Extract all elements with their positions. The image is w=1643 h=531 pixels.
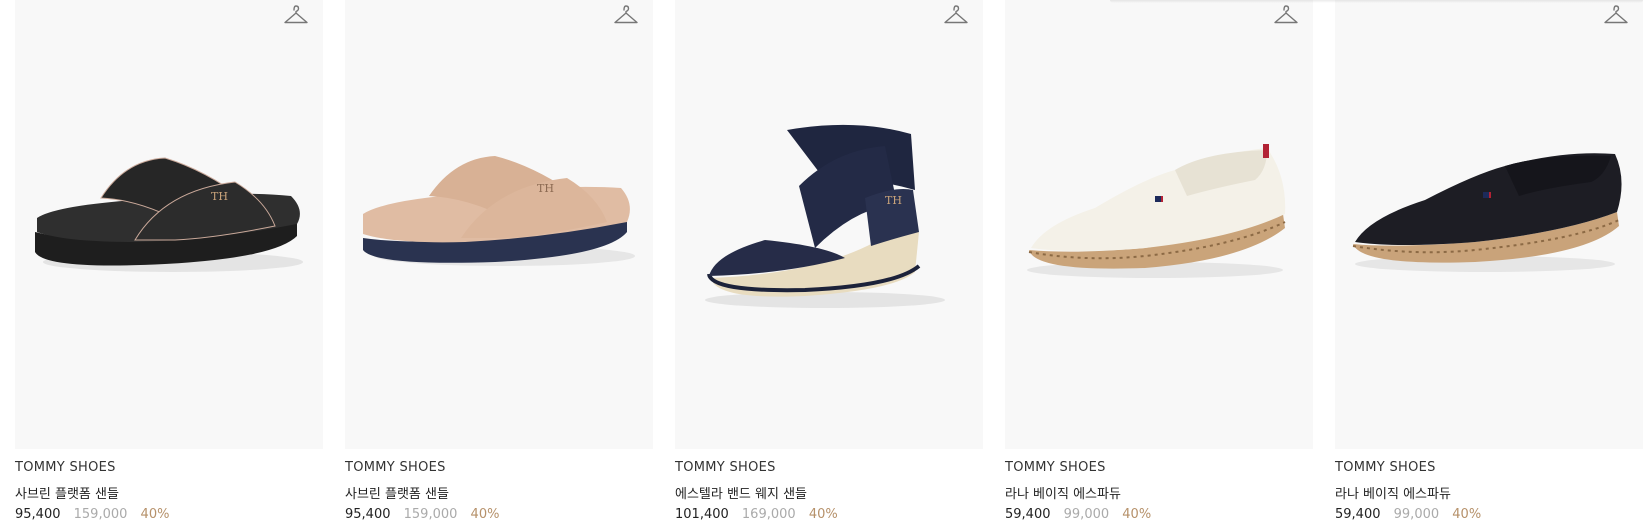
svg-text:TH: TH <box>211 190 228 203</box>
discount-rate: 40% <box>470 507 500 522</box>
hanger-icon[interactable] <box>283 3 309 29</box>
black-espadrille-image <box>1352 153 1622 272</box>
product-card[interactable]: TH TOMMY SHOES 사브린 플랫폼 샌들 95,400 159,000… <box>345 0 653 531</box>
overlay-shadow <box>1110 0 1643 3</box>
product-image[interactable] <box>1335 0 1643 449</box>
black-platform-sandal-image: TH <box>35 157 303 272</box>
beige-platform-sandal-image: TH <box>363 156 635 266</box>
sale-price: 59,400 <box>1335 507 1381 522</box>
white-espadrille-image <box>1027 144 1286 278</box>
brand-name[interactable]: TOMMY SHOES <box>1335 460 1436 475</box>
sale-price: 95,400 <box>15 507 61 522</box>
product-name[interactable]: 라나 베이직 에스파듀 <box>1335 483 1451 502</box>
hanger-icon[interactable] <box>1603 3 1629 29</box>
product-name[interactable]: 사브린 플랫폼 샌들 <box>345 483 449 502</box>
product-card[interactable]: TOMMY SHOES 라나 베이직 에스파듀 59,400 99,000 40… <box>1005 0 1313 531</box>
brand-name[interactable]: TOMMY SHOES <box>345 460 446 475</box>
product-card[interactable]: TH TOMMY SHOES 에스텔라 밴드 웨지 샌들 101,400 169… <box>675 0 983 531</box>
svg-text:TH: TH <box>885 194 902 207</box>
price-row: 95,400 159,000 40% <box>345 507 499 522</box>
brand-name[interactable]: TOMMY SHOES <box>1005 460 1106 475</box>
brand-name[interactable]: TOMMY SHOES <box>675 460 776 475</box>
discount-rate: 40% <box>140 507 170 522</box>
product-image[interactable]: TH <box>345 0 653 449</box>
hanger-icon[interactable] <box>1273 3 1299 29</box>
price-row: 59,400 99,000 40% <box>1335 507 1481 522</box>
sale-price: 59,400 <box>1005 507 1051 522</box>
product-card[interactable]: TOMMY SHOES 라나 베이직 에스파듀 59,400 99,000 40… <box>1335 0 1643 531</box>
sale-price: 95,400 <box>345 507 391 522</box>
product-name[interactable]: 사브린 플랫폼 샌들 <box>15 483 119 502</box>
original-price: 159,000 <box>73 507 128 522</box>
navy-wedge-sandal-image: TH <box>705 124 945 308</box>
discount-rate: 40% <box>808 507 838 522</box>
product-card[interactable]: TH TOMMY SHOES 사브린 플랫폼 샌들 95,400 159,000… <box>15 0 323 531</box>
svg-text:TH: TH <box>537 182 554 195</box>
product-grid: TH TOMMY SHOES 사브린 플랫폼 샌들 95,400 159,000… <box>0 0 1643 531</box>
product-name[interactable]: 에스텔라 밴드 웨지 샌들 <box>675 483 807 502</box>
price-row: 59,400 99,000 40% <box>1005 507 1151 522</box>
discount-rate: 40% <box>1452 507 1482 522</box>
product-image[interactable] <box>1005 0 1313 449</box>
original-price: 99,000 <box>1063 507 1110 522</box>
product-image[interactable]: TH <box>15 0 323 449</box>
original-price: 99,000 <box>1393 507 1440 522</box>
sale-price: 101,400 <box>675 507 729 522</box>
price-row: 101,400 169,000 40% <box>675 507 838 522</box>
original-price: 169,000 <box>741 507 796 522</box>
hanger-icon[interactable] <box>613 3 639 29</box>
product-image[interactable]: TH <box>675 0 983 449</box>
brand-name[interactable]: TOMMY SHOES <box>15 460 116 475</box>
hanger-icon[interactable] <box>943 3 969 29</box>
product-name[interactable]: 라나 베이직 에스파듀 <box>1005 483 1121 502</box>
discount-rate: 40% <box>1122 507 1152 522</box>
price-row: 95,400 159,000 40% <box>15 507 169 522</box>
original-price: 159,000 <box>403 507 458 522</box>
